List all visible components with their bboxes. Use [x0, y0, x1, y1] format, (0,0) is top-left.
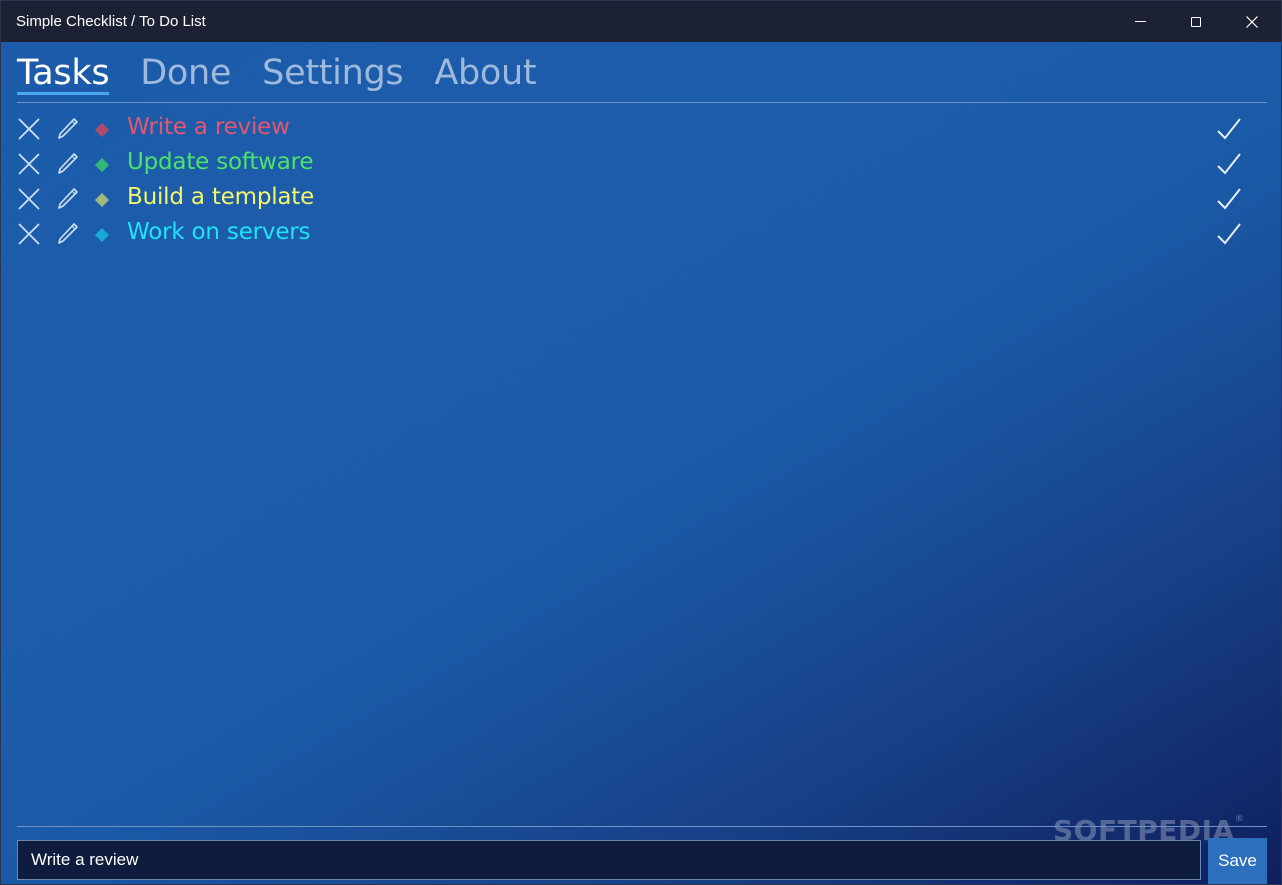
- task-row: Work on servers: [17, 218, 1267, 253]
- title-bar[interactable]: Simple Checklist / To Do List: [1, 1, 1281, 42]
- new-task-input[interactable]: [17, 840, 1201, 880]
- edit-task-pencil-icon[interactable]: [55, 186, 79, 212]
- maximize-icon: [1191, 16, 1201, 27]
- delete-task-icon[interactable]: [17, 222, 41, 246]
- input-divider: [17, 826, 1267, 827]
- tab-done[interactable]: Done: [140, 53, 231, 99]
- tabs-divider: [17, 102, 1267, 103]
- color-marker-diamond-icon: [94, 157, 110, 173]
- color-marker-diamond-icon: [94, 122, 110, 138]
- edit-task-pencil-icon[interactable]: [55, 151, 79, 177]
- delete-task-icon[interactable]: [17, 152, 41, 176]
- complete-task-checkmark-icon[interactable]: [1215, 220, 1243, 248]
- minimize-button[interactable]: [1112, 1, 1168, 42]
- app-window: Simple Checklist / To Do List Tasks Done…: [0, 0, 1282, 885]
- task-label: Update software: [127, 149, 314, 175]
- edit-task-pencil-icon[interactable]: [55, 221, 79, 247]
- task-list: Write a review Update software Build a t…: [17, 113, 1267, 253]
- window-title: Simple Checklist / To Do List: [16, 13, 206, 30]
- task-row: Update software: [17, 148, 1267, 183]
- tab-settings[interactable]: Settings: [262, 53, 403, 99]
- delete-task-icon[interactable]: [17, 117, 41, 141]
- task-row: Write a review: [17, 113, 1267, 148]
- maximize-button[interactable]: [1168, 1, 1224, 42]
- task-label: Build a template: [127, 184, 315, 210]
- close-icon: [1246, 15, 1258, 28]
- close-window-button[interactable]: [1224, 1, 1280, 42]
- color-marker-diamond-icon: [94, 192, 110, 208]
- task-label: Work on servers: [127, 219, 311, 245]
- tab-about[interactable]: About: [434, 53, 536, 99]
- task-label: Write a review: [127, 114, 290, 140]
- complete-task-checkmark-icon[interactable]: [1215, 150, 1243, 178]
- edit-task-pencil-icon[interactable]: [55, 116, 79, 142]
- task-row: Build a template: [17, 183, 1267, 218]
- tab-bar: Tasks Done Settings About: [17, 53, 567, 99]
- color-marker-diamond-icon: [94, 227, 110, 243]
- minimize-icon: [1134, 21, 1146, 22]
- tab-tasks[interactable]: Tasks: [17, 53, 110, 99]
- complete-task-checkmark-icon[interactable]: [1215, 185, 1243, 213]
- save-button[interactable]: Save: [1208, 838, 1267, 884]
- complete-task-checkmark-icon[interactable]: [1215, 115, 1243, 143]
- delete-task-icon[interactable]: [17, 187, 41, 211]
